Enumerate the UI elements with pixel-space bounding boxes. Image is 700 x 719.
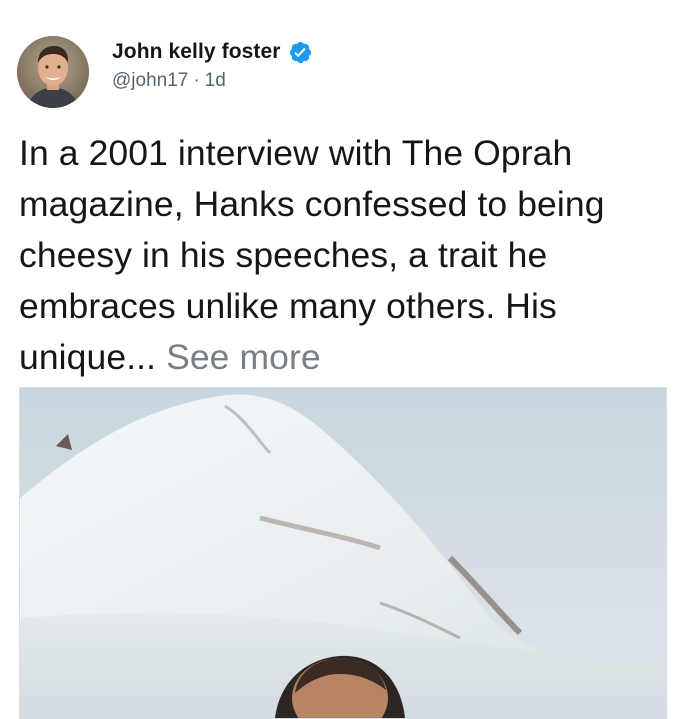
post-timestamp[interactable]: 1d	[205, 70, 226, 92]
meta-separator: ·	[193, 70, 200, 91]
mountain-photo-icon	[20, 388, 666, 718]
author-name[interactable]: John kelly foster	[112, 40, 281, 64]
author-block: John kelly foster @john17 · 1d	[112, 38, 313, 92]
verified-badge-icon	[288, 40, 313, 65]
post-media-photo[interactable]	[19, 387, 667, 719]
author-line: John kelly foster	[112, 38, 313, 66]
avatar-photo-icon	[17, 36, 89, 108]
author-avatar[interactable]	[17, 36, 89, 108]
author-handle[interactable]: @john17	[112, 70, 188, 92]
meta-line: @john17 · 1d	[112, 70, 313, 92]
see-more-link[interactable]: See more	[166, 337, 321, 377]
post-header: John kelly foster @john17 · 1d	[17, 36, 677, 112]
post-text: In a 2001 interview with The Oprah magaz…	[19, 128, 679, 383]
